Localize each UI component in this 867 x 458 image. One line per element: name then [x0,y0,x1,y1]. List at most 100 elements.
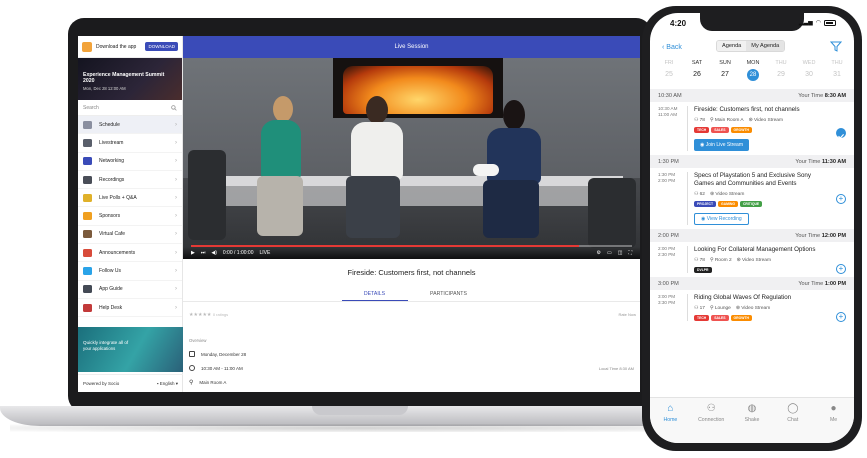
sidebar-item-label: Follow Us [99,268,121,275]
day-sat-26[interactable]: SAT 26 [686,60,708,81]
speaker-1-head [273,96,293,122]
slot-time: 10:30 AM [658,92,682,99]
event-date: Mon, Dec 28 12:00 AM [83,86,126,91]
tab-details[interactable]: DETAILS [341,288,408,301]
sidebar-item-virtual-cafe[interactable]: Virtual Cafe › [78,226,182,245]
tag-list: TECH SALES GROWTH [694,315,830,322]
sidebar-item-follow-us[interactable]: Follow Us › [78,262,182,281]
tab-label: Chat [787,417,799,423]
follow-us-icon [83,267,92,276]
add-to-agenda-icon[interactable]: + [836,194,846,205]
sidebar-item-networking[interactable]: Networking › [78,153,182,171]
sidebar-item-app-guide[interactable]: App Guide › [78,281,182,299]
tab-participants[interactable]: PARTICIPANTS [416,288,482,301]
livestream-icon [83,138,92,147]
day-fri-25[interactable]: FRI 25 [658,60,680,81]
added-check-icon[interactable] [836,128,846,139]
slot-time: 2:00 PM [658,232,679,239]
speaker-2-body [351,122,403,180]
recordings-icon [83,175,92,184]
join-live-stream-button[interactable]: ◉ Join Live Stream [694,139,750,152]
day-thu-29[interactable]: THU 29 [770,60,792,81]
video-time: 0:00 / 1:00:00 [222,250,254,256]
day-thu-31[interactable]: THU 31 [826,60,848,81]
agenda-item[interactable]: 2:00 PM 2:30 PM Looking For Collateral Man… [650,242,854,277]
sidebar-item-live-polls-q-a[interactable]: Live Polls + Q&A › [78,189,182,208]
language-select[interactable]: ▪ English ▾ [157,381,178,387]
language-label: English [159,380,175,386]
segment-my-agenda[interactable]: My Agenda [746,41,785,51]
chevron-right-icon: › [175,121,177,128]
chevron-right-icon: › [175,268,177,275]
stream: ⊛ Video Stream [749,118,783,123]
cast-icon[interactable]: ◫ [618,250,623,256]
tab-label: Me [829,417,838,423]
day-sun-27[interactable]: SUN 27 [714,60,736,81]
day-wed-30[interactable]: WED 30 [798,60,820,81]
session-date: Monday, December 28 [201,351,247,357]
settings-icon[interactable]: ⚙ [597,250,601,256]
rate-now-link[interactable]: Rate Now [618,312,636,317]
sidebar-item-label: Announcements [99,249,136,256]
sidebar-item-help-desk[interactable]: Help Desk › [78,299,182,318]
marketing-composite: Download the app DOWNLOAD Experience Man… [0,0,867,458]
agenda-item-title: Specs of Playstation 5 and Exclusive Son… [694,172,811,188]
stream-label: Video Stream [754,118,783,124]
pip-icon[interactable]: ▭ [607,250,612,256]
agenda-item-body: Riding Global Waves Of Regulation ⚇ 17 ⚲ L… [694,294,846,322]
video-player[interactable]: ▶ ⏭ ◀) 0:00 / 1:00:00 LIVE ⚙ ▭ ◫ ⛶ [183,58,640,259]
agenda-item[interactable]: 3:00 PM 3:30 PM Riding Global Waves Of Reg… [650,290,854,325]
sidebar-menu: Schedule › Livestream › Networking › Recording… [78,116,182,318]
back-button[interactable]: ‹ Back [662,44,682,51]
volume-icon[interactable]: ◀) [211,250,217,256]
virtual-cafe-icon [83,230,92,239]
time-slot-header: 2:00 PM Your Time 12:00 PM [650,229,854,243]
play-icon[interactable]: ▶ [191,250,195,256]
fullscreen-icon[interactable]: ⛶ [628,250,632,256]
tab-home[interactable]: ⌂ Home [652,404,688,443]
sidebar-item-sponsors[interactable]: Sponsors › [78,207,182,226]
tag: GROWTH [730,315,752,322]
next-icon[interactable]: ⏭ [201,250,206,256]
stream-label: Video Stream [741,306,771,312]
end-time: 3:30 PM [658,300,676,306]
your-time: Your Time 12:00 PM [795,233,846,239]
location-pin-icon: ⚲ [189,380,194,386]
day-mon-28[interactable]: MON 28 [742,60,764,81]
sidebar-item-announcements[interactable]: Announcements › [78,244,182,263]
agenda-nav: ‹ Back Agenda My Agenda [650,39,854,55]
agenda-segmented-control: Agenda My Agenda [716,40,786,52]
tab-label: Shake [744,417,760,423]
tab-me[interactable]: ● Me [816,404,852,443]
agenda-item[interactable]: 10:30 AM 11:00 AM Fireside: Customers firs… [650,102,854,155]
tab-chat[interactable]: ◯ Chat [775,404,811,443]
room: ⚲ Lounge [710,306,731,311]
filter-icon[interactable] [830,41,842,52]
status-time: 4:20 [670,19,687,28]
agenda-item[interactable]: 1:30 PM 2:00 PM Specs of Playstation 5 and… [650,168,854,229]
segment-agenda[interactable]: Agenda [717,41,747,51]
count-value: 78 [699,118,705,124]
room-name: Room 2 [714,258,732,264]
download-prompt: Download the app [96,43,137,50]
sidebar-item-recordings[interactable]: Recordings › [78,171,182,190]
signal-icon: ▂▃▅ [798,20,813,26]
sponsor-ad[interactable]: Quickly integrate all of your applicatio… [78,327,183,372]
chevron-right-icon: › [175,194,177,201]
day-number: 30 [805,71,813,78]
tab-shake[interactable]: ◍ Shake [734,404,770,443]
attendee-count: ⚇ 78 [694,118,705,123]
room-name: Main Room A [714,118,744,124]
sidebar-item-livestream[interactable]: Livestream › [78,134,182,153]
download-button[interactable]: DOWNLOAD [145,42,178,51]
search-input[interactable]: Search [78,100,182,116]
day-name: FRI [664,60,674,66]
tab-connection[interactable]: ⚇ Connection [693,404,729,443]
sidebar-item-label: Sponsors [99,213,121,220]
rating[interactable]: ★★★★★ 0 ratings [189,312,228,318]
view-recording-button[interactable]: ◉ View Recording [694,213,749,226]
agenda-item-title: Looking For Collateral Management Option… [694,246,816,254]
sidebar-item-schedule[interactable]: Schedule › [78,116,182,135]
tag: GAMING [718,201,738,208]
end-time: 11:00 AM [658,112,678,118]
